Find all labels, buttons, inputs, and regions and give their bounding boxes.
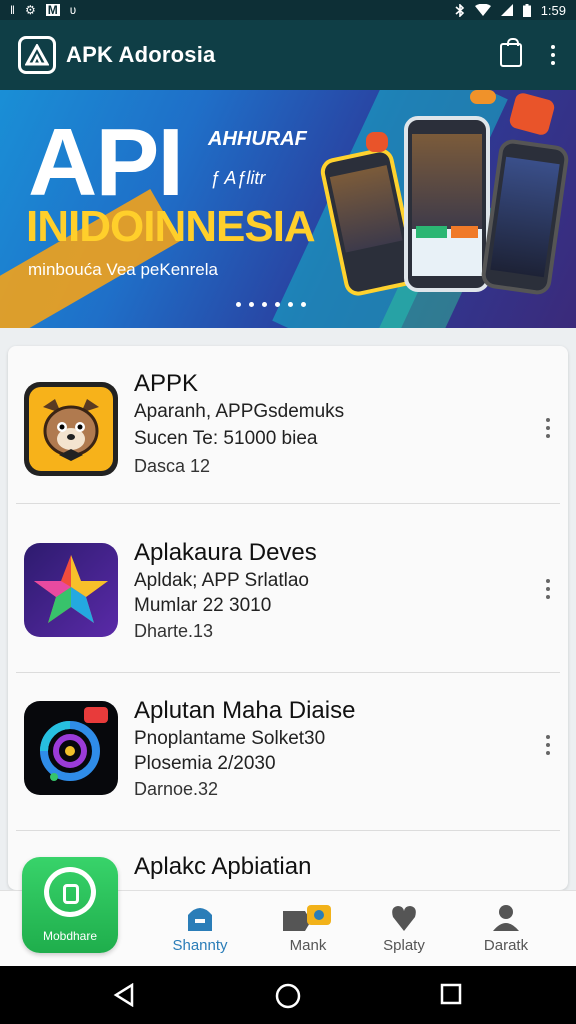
system-navigation-bar <box>0 966 576 1024</box>
store-icon <box>188 908 212 931</box>
app-name: APPK <box>134 370 199 397</box>
app-list: APPK Aparanh, APPGsdemuks Sucen Te: 5100… <box>8 346 568 890</box>
signal-icon <box>500 4 513 16</box>
badge-icon <box>470 90 496 104</box>
app-bar: APK Adorosia <box>0 20 576 90</box>
app-description: Apldak; APP Srlatlao <box>134 570 309 591</box>
bottom-navigation: Mobdhare Shannty Mank Splaty Daratk <box>0 857 576 967</box>
app-name: Aplakaura Deves <box>134 539 317 566</box>
app-list-item[interactable]: APPK Aparanh, APPGsdemuks Sucen Te: 5100… <box>8 346 568 504</box>
app-description: Pnoplantame Solket30 <box>134 728 326 749</box>
system-indicators: 1:59 <box>455 3 566 18</box>
promo-banner[interactable]: API AHHURAF ƒ Aƒlitr INIDOINNESIA minbou… <box>0 90 576 328</box>
app-date: Darnoe.32 <box>134 779 219 799</box>
battery-icon <box>522 3 531 17</box>
tab-label: Shannty <box>172 937 228 954</box>
tab-label: Daratk <box>483 937 529 954</box>
phone-mockup-right <box>479 137 571 297</box>
notification-icon-4: ʋ <box>69 3 77 17</box>
item-overflow-button[interactable] <box>546 418 550 438</box>
media-icon <box>283 905 331 931</box>
heart-shield-icon <box>392 906 416 931</box>
bluetooth-icon <box>455 3 464 17</box>
badge-icon <box>366 132 388 152</box>
app-description: Aparanh, APPGsdemuks <box>134 401 345 422</box>
app-name: Aplakc Apbiatian <box>134 853 312 880</box>
status-bar: ǁ ⚙ M ʋ 1:59 <box>0 0 576 20</box>
app-name: Aplutan Maha Diaise <box>134 697 356 724</box>
item-overflow-button[interactable] <box>546 735 550 755</box>
clock: 1:59 <box>540 2 566 18</box>
app-size: Plosemia 2/2030 <box>134 753 276 774</box>
banner-subtitle: minbouća Vea peKenrela <box>28 260 218 279</box>
app-date: Dharte.13 <box>134 621 214 641</box>
app-list-item[interactable]: Aplakaura Deves Apldak; APP Srlatlao Mum… <box>8 515 568 673</box>
back-icon[interactable] <box>112 983 136 1007</box>
tab-safety[interactable]: Splaty <box>356 891 452 967</box>
notification-icons: ǁ ⚙ M ʋ <box>10 4 76 16</box>
app-list-item[interactable]: Aplutan Maha Diaise Pnoplantame Solket30… <box>8 673 568 831</box>
notification-icon-1: ǁ <box>10 3 15 17</box>
app-size: Sucen Te: 51000 biea <box>134 428 318 449</box>
ring-logo-icon <box>24 701 118 795</box>
overflow-menu-button[interactable] <box>548 45 558 65</box>
tab-account[interactable]: Daratk <box>458 891 554 967</box>
recents-icon[interactable] <box>440 983 462 1005</box>
wifi-icon <box>474 4 491 16</box>
banner-headline: API <box>28 109 184 216</box>
carousel-indicator <box>236 302 306 307</box>
badge-icon <box>508 91 556 137</box>
tab-label: Splaty <box>383 937 425 954</box>
star-icon <box>24 543 118 637</box>
tab-label: Mank <box>289 937 327 954</box>
app-date: Dasca 12 <box>134 456 211 476</box>
tab-media[interactable]: Mank <box>260 891 356 967</box>
chat-bubble-icon[interactable]: Mobdhare <box>22 857 118 953</box>
home-icon[interactable] <box>275 983 301 1009</box>
notification-icon-3: M <box>45 3 60 17</box>
banner-title: INIDOINNESIA <box>26 202 316 251</box>
banner-tag: AHHURAF <box>208 128 307 150</box>
raccoon-icon <box>24 382 118 476</box>
person-icon <box>493 905 519 931</box>
app-logo-icon <box>18 36 56 74</box>
app-size: Mumlar 22 3010 <box>134 595 272 616</box>
shopping-bag-icon[interactable] <box>500 38 522 67</box>
phone-mockup-center <box>404 116 490 292</box>
item-overflow-button[interactable] <box>546 579 550 599</box>
app-title: APK Adorosia <box>66 42 216 67</box>
banner-tag-secondary: ƒ Aƒlitr <box>210 168 266 188</box>
home-tile-label: Mobdhare <box>42 929 98 943</box>
tab-store[interactable]: Shannty <box>152 891 248 967</box>
notification-icon-2: ⚙ <box>24 3 36 17</box>
